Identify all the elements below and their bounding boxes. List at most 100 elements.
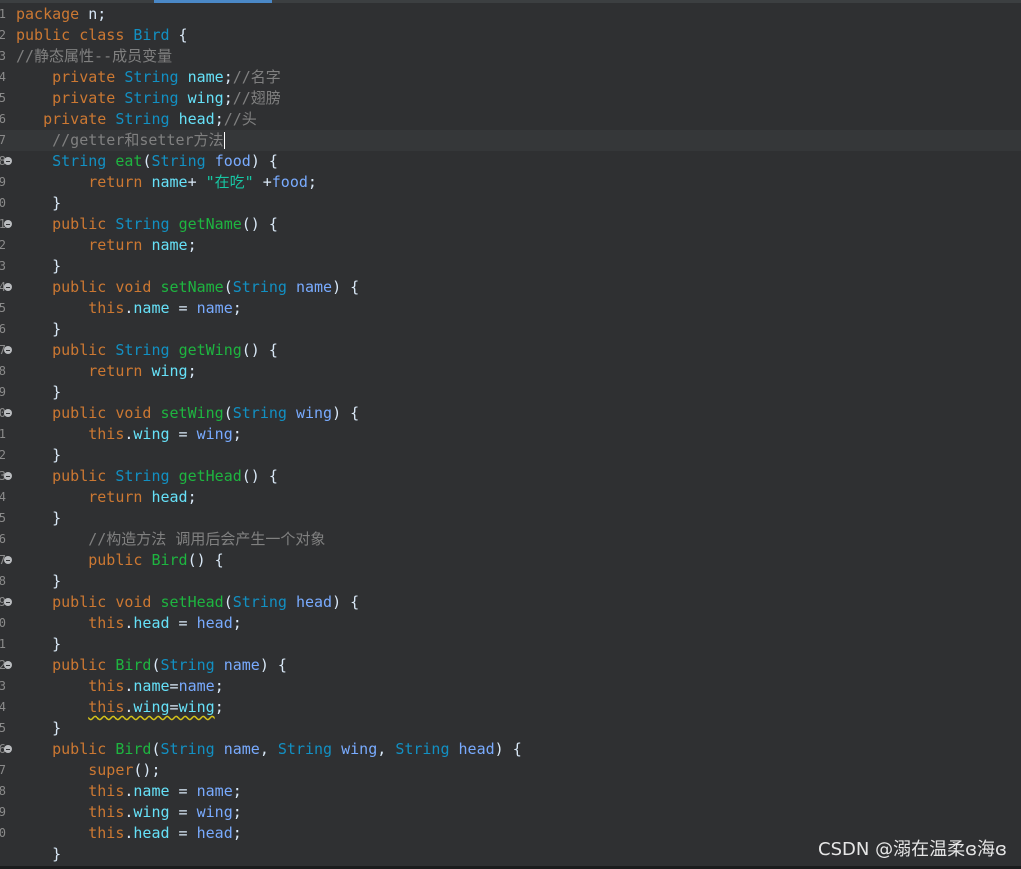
code-line[interactable]: 9 public void setHead(String head) { (0, 592, 1021, 613)
code-token: ; (187, 488, 197, 506)
code-line[interactable]: 7 //getter和setter方法 (0, 130, 1021, 151)
fold-toggle-icon[interactable] (4, 346, 12, 354)
fold-toggle-icon[interactable] (4, 409, 12, 417)
line-number: 5 (0, 721, 6, 735)
code-token: private (52, 68, 116, 86)
code-token: this (88, 614, 125, 632)
code-line[interactable]: 3 } (0, 256, 1021, 277)
code-text: this.head = head; (16, 823, 242, 844)
code-token: String (160, 740, 215, 758)
code-token: Bird (151, 551, 188, 569)
code-line[interactable]: 5 } (0, 718, 1021, 739)
code-text: super(); (16, 760, 160, 781)
active-tab-indicator[interactable] (154, 0, 272, 3)
code-line[interactable]: 5 this.name = name; (0, 298, 1021, 319)
code-text: } (16, 844, 61, 865)
code-line[interactable]: 4 public void setName(String name) { (0, 277, 1021, 298)
code-line[interactable]: 5 } (0, 508, 1021, 529)
fold-toggle-icon[interactable] (4, 661, 12, 669)
code-token: name (151, 173, 188, 191)
watermark: CSDN @溺在温柔ɞ海ɞ (818, 839, 1007, 860)
code-line[interactable]: 1 public String getName() { (0, 214, 1021, 235)
code-line[interactable]: 7 public String getWing() { (0, 340, 1021, 361)
code-token: ( (223, 593, 233, 611)
code-token: ; (232, 803, 242, 821)
line-number: 6 (0, 322, 6, 336)
code-token: head (458, 740, 495, 758)
code-line[interactable]: 4 private String name;//名字 (0, 67, 1021, 88)
code-token: String (52, 152, 107, 170)
code-token: () { (241, 467, 278, 485)
code-line[interactable]: 1 package n; (0, 4, 1021, 25)
code-line[interactable]: 9 } (0, 382, 1021, 403)
fold-toggle-icon[interactable] (4, 598, 12, 606)
code-lines[interactable]: 1 package n; 2 public class Bird {3//静态属性--… (0, 4, 1021, 865)
code-token: return (88, 236, 143, 254)
code-line[interactable]: 0 public void setWing(String wing) { (0, 403, 1021, 424)
code-token: wing (133, 698, 170, 716)
code-line[interactable]: 7 public Bird() { (0, 550, 1021, 571)
fold-toggle-icon[interactable] (4, 472, 12, 480)
code-token: wing (295, 404, 333, 422)
fold-toggle-icon[interactable] (4, 283, 12, 291)
code-line[interactable]: 6 private String head;//头 (0, 109, 1021, 130)
code-line[interactable]: 6 public Bird(String name, String wing, … (0, 739, 1021, 760)
code-line[interactable]: 8 String eat(String food) { (0, 151, 1021, 172)
code-token: () { (187, 551, 224, 569)
code-line[interactable]: 8 this.name = name; (0, 781, 1021, 802)
fold-toggle-icon[interactable] (4, 556, 12, 564)
line-number: 3 (0, 259, 6, 273)
code-token: wing (196, 425, 233, 443)
code-line[interactable]: 5 private String wing;//翅膀 (0, 88, 1021, 109)
code-token: } (52, 719, 62, 737)
code-line[interactable]: 1 } (0, 634, 1021, 655)
code-editor[interactable]: 1 package n; 2 public class Bird {3//静态属性--… (0, 0, 1021, 869)
line-number: 9 (0, 385, 6, 399)
code-line[interactable]: 4 this.wing=wing; (0, 697, 1021, 718)
fold-toggle-icon[interactable] (4, 157, 12, 165)
code-line[interactable]: 0 this.head = head; (0, 613, 1021, 634)
code-line[interactable]: 2 public Bird(String name) { (0, 655, 1021, 676)
code-text: } (16, 319, 61, 340)
code-line[interactable]: 2 } (0, 445, 1021, 466)
fold-toggle-icon[interactable] (4, 220, 12, 228)
code-line[interactable]: 3 //静态属性--成员变量 (0, 46, 1021, 67)
code-text: } (16, 382, 61, 403)
code-line[interactable]: 6 //构造方法 调用后会产生一个对象 (0, 529, 1021, 550)
code-line[interactable]: 9 return name+ "在吃" +food; (0, 172, 1021, 193)
code-line[interactable]: 1 this.wing = wing; (0, 424, 1021, 445)
code-token: ; (232, 782, 242, 800)
code-token: () { (241, 341, 278, 359)
code-line[interactable]: 2 public class Bird { (0, 25, 1021, 46)
code-token: } (52, 509, 62, 527)
code-line[interactable]: 4 return head; (0, 487, 1021, 508)
code-text: } (16, 634, 61, 655)
code-token: = (169, 782, 197, 800)
code-line[interactable]: 2 return name; (0, 235, 1021, 256)
line-number: 5 (0, 511, 6, 525)
code-token: ; (214, 677, 224, 695)
code-token: //getter和setter方法 (52, 131, 224, 149)
code-text: public String getWing() { (16, 340, 278, 361)
code-line[interactable]: 3 this.name=name; (0, 676, 1021, 697)
fold-toggle-icon[interactable] (4, 745, 12, 753)
code-token: name (223, 740, 260, 758)
code-token: wing (187, 89, 224, 107)
code-token: String (124, 68, 179, 86)
code-token: public (52, 656, 107, 674)
code-token: setHead (160, 593, 224, 611)
code-line[interactable]: 8 return wing; (0, 361, 1021, 382)
code-token: eat (115, 152, 143, 170)
code-token: getWing (178, 341, 242, 359)
code-line[interactable]: 8 } (0, 571, 1021, 592)
code-line[interactable]: 6 } (0, 319, 1021, 340)
code-line[interactable]: 0 } (0, 193, 1021, 214)
code-line[interactable]: 7 super(); (0, 760, 1021, 781)
code-line[interactable]: 9 this.wing = wing; (0, 802, 1021, 823)
code-line[interactable]: 3 public String getHead() { (0, 466, 1021, 487)
